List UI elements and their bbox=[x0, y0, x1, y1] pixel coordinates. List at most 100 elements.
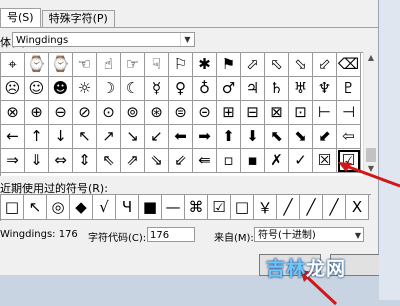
font-select[interactable]: Wingdings ▼ bbox=[12, 32, 195, 47]
symbol-cell[interactable]: ⬀ bbox=[241, 53, 265, 77]
symbol-cell[interactable]: ⚐ bbox=[169, 53, 193, 77]
symbol-cell[interactable]: ⇒ bbox=[1, 149, 25, 173]
symbol-cell[interactable]: ⬃ bbox=[313, 53, 337, 77]
symbol-cell[interactable]: ⇘ bbox=[145, 149, 169, 173]
symbol-cell[interactable]: ✱ bbox=[193, 53, 217, 77]
symbol-cell[interactable]: ⊢ bbox=[313, 101, 337, 125]
symbol-cell[interactable]: ♆ bbox=[313, 77, 337, 101]
symbol-cell[interactable]: ⊙ bbox=[97, 101, 121, 125]
symbol-cell[interactable]: ⇙ bbox=[169, 149, 193, 173]
symbol-cell[interactable]: ⊡ bbox=[289, 101, 313, 125]
recent-symbol-cell[interactable]: ⌘ bbox=[185, 195, 208, 220]
symbol-cell[interactable]: ⬂ bbox=[289, 53, 313, 77]
symbol-cell[interactable]: ⇓ bbox=[25, 149, 49, 173]
symbol-cell[interactable]: ☑ bbox=[337, 149, 361, 173]
symbol-cell[interactable]: ☒ bbox=[313, 149, 337, 173]
symbol-cell[interactable]: ⊝ bbox=[193, 101, 217, 125]
scroll-up-icon[interactable]: ▲ bbox=[364, 52, 378, 64]
symbol-cell[interactable]: ⊛ bbox=[145, 101, 169, 125]
symbol-cell[interactable]: ⌚ bbox=[49, 53, 73, 77]
symbol-cell[interactable]: ⬇ bbox=[241, 125, 265, 149]
symbol-cell[interactable]: ⚑ bbox=[217, 53, 241, 77]
symbol-cell[interactable]: ⌫ bbox=[337, 53, 361, 77]
recent-symbol-cell[interactable]: ╱ bbox=[300, 195, 323, 220]
symbol-cell[interactable]: ⇦ bbox=[337, 125, 361, 149]
symbol-cell[interactable]: ⊖ bbox=[49, 101, 73, 125]
symbol-cell[interactable]: ⊣ bbox=[337, 101, 361, 125]
symbol-cell[interactable]: ⊞ bbox=[217, 101, 241, 125]
symbol-cell[interactable]: ⊚ bbox=[121, 101, 145, 125]
symbol-cell[interactable]: ⬊ bbox=[289, 125, 313, 149]
symbol-cell[interactable]: ☜ bbox=[73, 53, 97, 77]
symbol-cell[interactable]: ♁ bbox=[193, 77, 217, 101]
tab-symbols[interactable]: 号(S) bbox=[0, 8, 41, 27]
symbol-grid-scrollbar[interactable]: ▲ ▼ bbox=[363, 52, 378, 175]
symbol-cell[interactable]: ⬁ bbox=[265, 53, 289, 77]
symbol-cell[interactable]: ⬅ bbox=[169, 125, 193, 149]
symbol-cell[interactable]: ⬆ bbox=[217, 125, 241, 149]
symbol-cell[interactable]: ☺ bbox=[25, 77, 49, 101]
symbol-cell[interactable]: ☽ bbox=[97, 77, 121, 101]
symbol-cell[interactable]: ⇔ bbox=[49, 149, 73, 173]
symbol-cell[interactable]: ⊗ bbox=[1, 101, 25, 125]
symbol-cell[interactable]: ⇚ bbox=[193, 149, 217, 173]
recent-symbol-cell[interactable]: ◆ bbox=[70, 195, 93, 220]
symbol-cell[interactable]: ☼ bbox=[73, 77, 97, 101]
recent-symbol-cell[interactable]: Ч bbox=[116, 195, 139, 220]
symbol-cell[interactable]: ⌚ bbox=[25, 53, 49, 77]
symbol-cell[interactable]: ⊠ bbox=[265, 101, 289, 125]
scroll-down-icon[interactable]: ▼ bbox=[364, 163, 378, 175]
symbol-cell[interactable]: ☾ bbox=[121, 77, 145, 101]
symbol-cell[interactable]: ⇕ bbox=[73, 149, 97, 173]
recent-symbol-cell[interactable]: √ bbox=[93, 195, 116, 220]
symbol-cell[interactable]: ↘ bbox=[121, 125, 145, 149]
symbol-cell[interactable]: ♃ bbox=[241, 77, 265, 101]
symbol-cell[interactable]: ← bbox=[1, 125, 25, 149]
symbol-cell[interactable]: ♄ bbox=[265, 77, 289, 101]
recent-symbol-cell[interactable]: □ bbox=[231, 195, 254, 220]
symbol-cell[interactable]: ↓ bbox=[49, 125, 73, 149]
symbol-cell[interactable]: ⌖ bbox=[1, 53, 25, 77]
recent-symbol-cell[interactable]: ■ bbox=[139, 195, 162, 220]
symbol-cell[interactable]: ☞ bbox=[121, 53, 145, 77]
symbol-cell[interactable]: ⊟ bbox=[241, 101, 265, 125]
recent-symbol-cell[interactable]: ￥ bbox=[254, 195, 277, 220]
symbol-cell[interactable]: ▫ bbox=[217, 149, 241, 173]
chevron-down-icon[interactable]: ▼ bbox=[180, 33, 194, 46]
symbol-cell[interactable]: ☟ bbox=[145, 53, 169, 77]
recent-symbol-cell[interactable]: Ⅹ bbox=[346, 195, 369, 220]
symbol-cell[interactable]: ⊜ bbox=[169, 101, 193, 125]
symbol-cell[interactable]: ↖ bbox=[73, 125, 97, 149]
symbol-cell[interactable]: ♅ bbox=[289, 77, 313, 101]
scroll-thumb[interactable] bbox=[366, 148, 376, 162]
recent-symbol-cell[interactable]: ╱ bbox=[323, 195, 346, 220]
symbol-cell[interactable]: ↗ bbox=[97, 125, 121, 149]
symbol-cell[interactable]: ☝ bbox=[97, 53, 121, 77]
symbol-cell[interactable]: ☻ bbox=[49, 77, 73, 101]
tab-special-characters[interactable]: 特殊字符(P) bbox=[41, 10, 115, 27]
symbol-cell[interactable]: ▪ bbox=[241, 149, 265, 173]
symbol-cell[interactable]: ♇ bbox=[337, 77, 361, 101]
symbol-cell[interactable]: ✗ bbox=[265, 149, 289, 173]
recent-symbol-cell[interactable]: ◎ bbox=[47, 195, 70, 220]
chevron-down-icon[interactable]: ▼ bbox=[355, 228, 361, 243]
recent-symbol-cell[interactable]: ☑ bbox=[208, 195, 231, 220]
symbol-cell[interactable]: ⇗ bbox=[121, 149, 145, 173]
symbol-cell[interactable]: ↙ bbox=[145, 125, 169, 149]
recent-symbol-cell[interactable]: — bbox=[162, 195, 185, 220]
char-code-input[interactable]: 176 bbox=[147, 227, 195, 242]
symbol-cell[interactable]: ➡ bbox=[193, 125, 217, 149]
symbol-cell[interactable]: ⇖ bbox=[97, 149, 121, 173]
symbol-cell[interactable]: ⬋ bbox=[313, 125, 337, 149]
symbol-cell[interactable]: ♂ bbox=[217, 77, 241, 101]
recent-symbol-cell[interactable]: ↖ bbox=[24, 195, 47, 220]
symbol-cell[interactable]: ⊕ bbox=[25, 101, 49, 125]
symbol-cell[interactable]: ☿ bbox=[145, 77, 169, 101]
symbol-cell[interactable]: ⬉ bbox=[265, 125, 289, 149]
from-select[interactable]: 符号(十进制) ▼ bbox=[254, 227, 364, 242]
recent-symbol-cell[interactable]: ╱ bbox=[277, 195, 300, 220]
symbol-cell[interactable]: ↑ bbox=[25, 125, 49, 149]
symbol-cell[interactable]: ⊘ bbox=[73, 101, 97, 125]
symbol-cell[interactable]: ✓ bbox=[289, 149, 313, 173]
symbol-cell[interactable]: ☹ bbox=[1, 77, 25, 101]
